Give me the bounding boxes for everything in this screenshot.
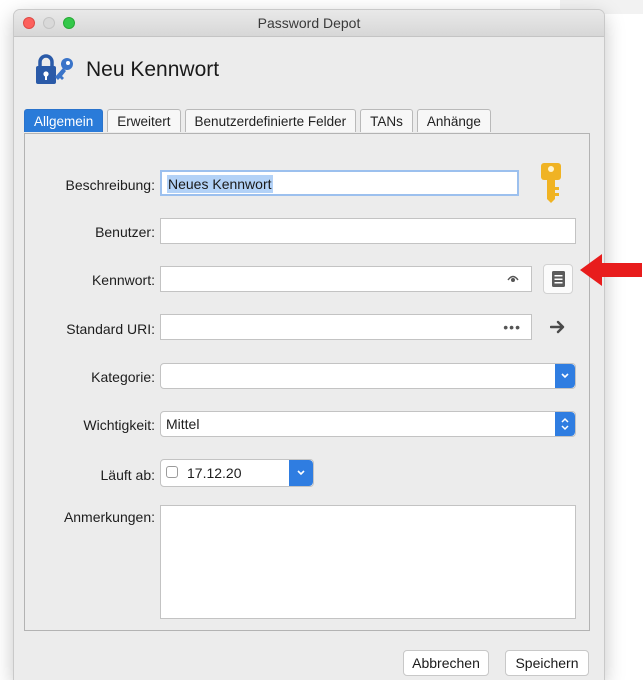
- expiry-date-picker[interactable]: 17.12.20: [160, 459, 314, 487]
- document-list-icon: [552, 271, 565, 287]
- save-button[interactable]: Speichern: [505, 650, 589, 676]
- arrow-right-icon: [550, 320, 565, 334]
- show-password-eye-icon[interactable]: [507, 272, 519, 284]
- wichtigkeit-value: Mittel: [166, 416, 200, 432]
- key-icon[interactable]: [540, 162, 562, 204]
- beschreibung-input[interactable]: Neues Kennwort: [160, 170, 519, 196]
- more-options-icon[interactable]: •••: [503, 315, 521, 339]
- anmerkungen-label: Anmerkungen:: [63, 509, 155, 525]
- annotation-arrow-icon: [580, 254, 642, 286]
- kennwort-input[interactable]: [160, 266, 532, 292]
- benutzer-label: Benutzer:: [95, 224, 155, 240]
- beschreibung-label: Beschreibung:: [65, 177, 155, 193]
- window-title: Password Depot: [257, 15, 361, 31]
- expiry-checkbox[interactable]: [166, 466, 178, 478]
- wichtigkeit-label: Wichtigkeit:: [83, 417, 155, 433]
- standard-uri-label: Standard URI:: [66, 321, 155, 337]
- expiry-date-value: 17.12.20: [187, 465, 242, 481]
- standard-uri-input[interactable]: •••: [160, 314, 532, 340]
- kategorie-label: Kategorie:: [91, 369, 155, 385]
- chevron-down-icon[interactable]: [555, 364, 575, 388]
- dialog-title: Neu Kennwort: [86, 58, 220, 81]
- password-generator-button[interactable]: [543, 264, 573, 294]
- chevron-updown-icon[interactable]: [555, 412, 575, 436]
- cancel-button[interactable]: Abbrechen: [403, 650, 489, 676]
- lock-key-icon: [36, 54, 73, 84]
- kategorie-select[interactable]: [160, 363, 576, 389]
- kennwort-label: Kennwort:: [91, 272, 155, 288]
- tab-bar: Allgemein Erweitert Benutzerdefinierte F…: [24, 109, 495, 133]
- dialog-header: Neu Kennwort: [34, 54, 219, 86]
- tab-allgemein[interactable]: Allgemein: [24, 109, 104, 132]
- password-depot-window: Password Depot Neu Kennwort Allgemein Er…: [14, 10, 604, 680]
- anmerkungen-textarea[interactable]: [160, 505, 576, 619]
- benutzer-input[interactable]: [160, 218, 576, 244]
- tab-tans[interactable]: TANs: [360, 109, 413, 132]
- laeuft-ab-label: Läuft ab:: [100, 467, 156, 483]
- title-bar: Password Depot: [14, 10, 604, 37]
- tab-erweitert[interactable]: Erweitert: [107, 109, 181, 132]
- tab-anhaenge[interactable]: Anhänge: [416, 109, 491, 132]
- wichtigkeit-select[interactable]: Mittel: [160, 411, 576, 437]
- general-panel: Beschreibung: Neues Kennwort Benutzer: K…: [24, 133, 590, 631]
- beschreibung-value: Neues Kennwort: [167, 175, 273, 193]
- open-url-button[interactable]: [543, 312, 573, 342]
- tab-benutzerdefinierte-felder[interactable]: Benutzerdefinierte Felder: [184, 109, 357, 132]
- calendar-dropdown-icon[interactable]: [289, 460, 313, 486]
